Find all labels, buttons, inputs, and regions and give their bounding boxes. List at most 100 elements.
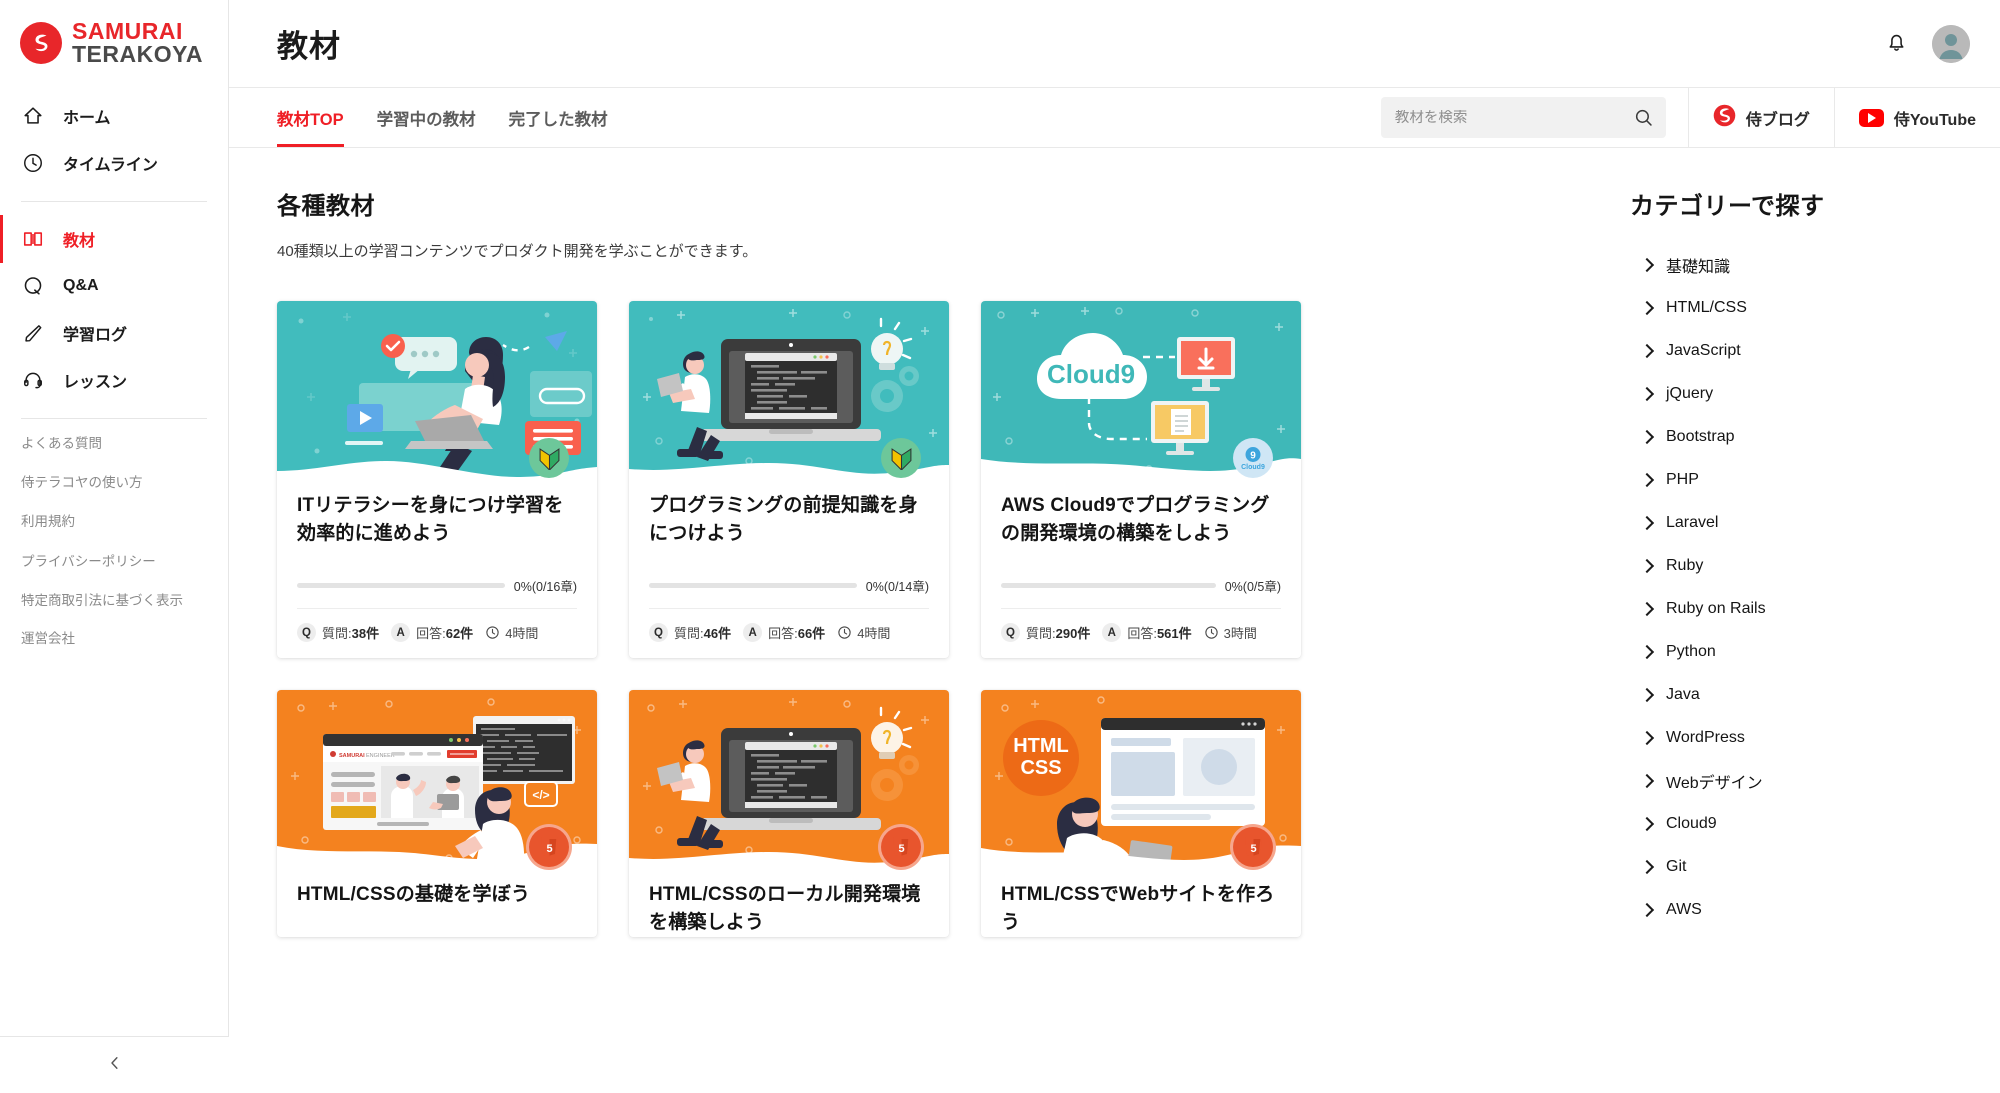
brand-line2: TERAKOYA <box>72 41 203 68</box>
material-card[interactable]: プログラミングの前提知識を身につけよう 0%(0/14章) Q 質問: 46件 … <box>629 301 949 659</box>
main-region: 教材 教材TOP 学習中の教材 完了した教材 教材を検索 侍ブログ 侍YouTu… <box>229 0 2000 1093</box>
sidebar-item-home[interactable]: ホーム <box>0 93 228 140</box>
content-area: 各種教材 40種類以上の学習コンテンツでプロダクト開発を学ぶことができます。 I… <box>229 148 2000 1093</box>
wakaba-badge-icon <box>529 438 569 478</box>
samurai-logo-icon <box>20 22 62 65</box>
material-card[interactable]: SAMURAI ENGINEER </> 5 HTML/CSSの基礎を学ぼう <box>277 690 597 938</box>
tabbar: 教材TOP 学習中の教材 完了した教材 教材を検索 侍ブログ 侍YouTube <box>229 88 2000 148</box>
question-label: 質問: <box>1026 626 1056 642</box>
notifications-button[interactable] <box>1876 24 1916 64</box>
category-label: Laravel <box>1666 513 1719 531</box>
samurai-youtube-button[interactable]: 侍YouTube <box>1833 88 2000 147</box>
material-card[interactable]: Cloud9 9 Cloud9 AWS Cloud9でプログラミングの開発環境の… <box>981 301 1301 659</box>
chevron-right-icon <box>1639 902 1655 917</box>
category-label: WordPress <box>1666 728 1745 746</box>
materials-catalog: 各種教材 40種類以上の学習コンテンツでプロダクト開発を学ぶことができます。 I… <box>229 148 1592 1093</box>
question-count: 38件 <box>351 626 380 642</box>
chevron-right-icon <box>1639 601 1655 616</box>
search-input[interactable] <box>1394 109 1633 126</box>
sidebar-divider-2 <box>21 417 207 419</box>
sidebar-link-company[interactable]: 運営会社 <box>0 630 228 648</box>
answer-pill-icon: A <box>391 623 411 643</box>
duration-label: 3時間 <box>1223 626 1257 642</box>
answer-label: 回答: <box>1127 626 1157 642</box>
progress-label: 0%(0/14章) <box>865 580 929 595</box>
category-item-java[interactable]: Java <box>1626 673 1960 716</box>
category-item-python[interactable]: Python <box>1626 630 1960 673</box>
svg-text:</>: </> <box>532 788 549 802</box>
answer-count: 62件 <box>445 626 474 642</box>
sidebar-item-label: タイムライン <box>63 157 158 175</box>
category-item-htmlcss[interactable]: HTML/CSS <box>1626 286 1960 329</box>
category-item-webdesign[interactable]: Webデザイン <box>1626 759 1960 802</box>
sidebar-divider-1 <box>21 200 207 202</box>
sidebar-item-materials[interactable]: 教材 <box>0 214 228 263</box>
category-item-javascript[interactable]: JavaScript <box>1626 329 1960 372</box>
sidebar-item-timeline[interactable]: タイムライン <box>0 140 228 187</box>
category-item-basics[interactable]: 基礎知識 <box>1626 243 1960 286</box>
sidebar-link-faq[interactable]: よくある質問 <box>0 435 228 453</box>
code-badge: </> <box>524 781 558 808</box>
search-box[interactable] <box>1380 97 1666 138</box>
card-title: ITリテラシーを身につけ学習を効率的に進めよう <box>297 495 564 545</box>
material-card[interactable]: ITリテラシーを身につけ学習を効率的に進めよう 0%(0/16章) Q 質問: … <box>277 301 597 659</box>
card-progress: 0%(0/16章) <box>297 576 577 595</box>
sidebar-item-label: レッスン <box>63 374 128 392</box>
answer-pill-icon: A <box>1102 623 1122 643</box>
category-item-cloud9[interactable]: Cloud9 <box>1626 802 1960 845</box>
category-item-aws[interactable]: AWS <box>1626 888 1960 931</box>
category-label: JavaScript <box>1666 341 1741 359</box>
sidebar-link-terms[interactable]: 利用規約 <box>0 513 228 531</box>
sidebar-link-commerce-law[interactable]: 特定商取引法に基づく表示 <box>0 592 228 610</box>
sidebar-item-lesson[interactable]: レッスン <box>0 357 228 404</box>
category-label: Ruby <box>1666 556 1704 574</box>
tab-completed[interactable]: 完了した教材 <box>509 88 608 147</box>
answer-count: 66件 <box>797 626 826 642</box>
category-rail: カテゴリーで探す 基礎知識 HTML/CSS JavaScript jQuery <box>1592 148 2000 1093</box>
duration-label: 4時間 <box>857 626 891 642</box>
sidebar-link-privacy[interactable]: プライバシーポリシー <box>0 553 228 571</box>
card-stats: Q 質問: 290件 A 回答: 561件 3時間 <box>1001 608 1281 658</box>
category-label: Cloud9 <box>1666 814 1717 832</box>
category-item-wordpress[interactable]: WordPress <box>1626 716 1960 759</box>
answer-stat: A 回答: 66件 <box>743 623 826 643</box>
sidebar-collapse-button[interactable] <box>0 1036 229 1093</box>
sidebar-item-qa[interactable]: Q&A <box>0 263 228 310</box>
code-window <box>473 716 575 785</box>
pencil-icon <box>21 321 45 345</box>
section-subtitle: 40種類以上の学習コンテンツでプロダクト開発を学ぶことができます。 <box>277 243 758 260</box>
samurai-blog-button[interactable]: 侍ブログ <box>1687 88 1834 147</box>
card-progress: 0%(0/5章) <box>1001 576 1281 595</box>
brand-line1: SAMURAI <box>72 18 183 44</box>
svg-text:HTML: HTML <box>1013 735 1069 757</box>
card-body: AWS Cloud9でプログラミングの開発環境の構築をしよう 0%(0/5章) … <box>981 474 1301 658</box>
question-label: 質問: <box>674 626 704 642</box>
tab-in-progress[interactable]: 学習中の教材 <box>377 88 476 147</box>
sidebar-secondary-links: よくある質問 侍テラコヤの使い方 利用規約 プライバシーポリシー 特定商取引法に… <box>0 433 228 648</box>
answer-stat: A 回答: 62件 <box>391 623 474 643</box>
sidebar: SAMURAI TERAKOYA ホーム タイムライン 教材 Q&A 学習ログ … <box>0 0 229 1093</box>
card-stats: Q 質問: 46件 A 回答: 66件 4時間 <box>649 608 929 658</box>
category-item-php[interactable]: PHP <box>1626 458 1960 501</box>
avatar[interactable] <box>1932 24 1970 63</box>
sidebar-link-howto[interactable]: 侍テラコヤの使い方 <box>0 474 228 492</box>
category-item-rails[interactable]: Ruby on Rails <box>1626 587 1960 630</box>
browser <box>1101 718 1265 827</box>
category-label: 基礎知識 <box>1666 258 1731 276</box>
category-item-git[interactable]: Git <box>1626 845 1960 888</box>
chevron-right-icon <box>1639 687 1655 702</box>
category-item-jquery[interactable]: jQuery <box>1626 372 1960 415</box>
sidebar-item-studylog[interactable]: 学習ログ <box>0 310 228 357</box>
answer-count: 561件 <box>1156 626 1192 642</box>
progress-label: 0%(0/5章) <box>1224 580 1281 595</box>
category-item-bootstrap[interactable]: Bootstrap <box>1626 415 1960 458</box>
category-item-laravel[interactable]: Laravel <box>1626 501 1960 544</box>
material-card[interactable]: 5 HTML/CSSのローカル開発環境を構築しよう <box>629 690 949 938</box>
search-icon[interactable] <box>1633 107 1654 128</box>
brand-logo[interactable]: SAMURAI TERAKOYA <box>0 0 228 85</box>
home-icon <box>21 104 45 128</box>
html5-badge-icon: 5 <box>529 827 569 868</box>
category-item-ruby[interactable]: Ruby <box>1626 544 1960 587</box>
tab-materials-top[interactable]: 教材TOP <box>277 88 344 147</box>
material-card[interactable]: HTML CSS 5 HTML/CSSでWebサイトを作ろう <box>981 690 1301 938</box>
